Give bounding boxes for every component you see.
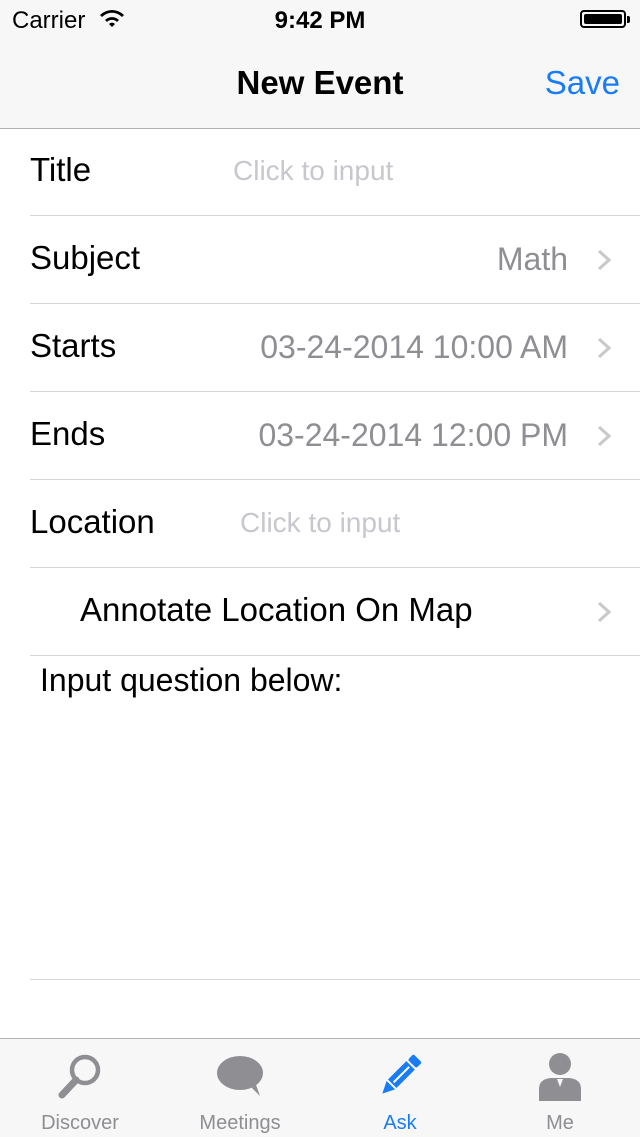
tab-meetings[interactable]: Meetings: [160, 1039, 320, 1137]
location-row[interactable]: Location Click to input: [30, 480, 640, 568]
location-input[interactable]: Click to input: [240, 507, 400, 539]
ends-label: Ends: [30, 415, 106, 452]
tab-me[interactable]: Me: [480, 1039, 640, 1137]
battery-icon: [580, 10, 626, 28]
title-input[interactable]: Click to input: [233, 155, 393, 187]
subject-label: Subject: [30, 239, 141, 276]
annotate-location-row[interactable]: Annotate Location On Map: [30, 568, 640, 656]
starts-row[interactable]: Starts 03-24-2014 10:00 AM: [30, 304, 640, 392]
title-label: Title: [30, 151, 92, 188]
question-textarea[interactable]: [30, 712, 640, 980]
status-time: 9:42 PM: [274, 7, 366, 34]
tab-discover[interactable]: Discover: [0, 1039, 160, 1137]
subject-value: Math: [496, 241, 568, 277]
chevron-right-icon: [597, 601, 612, 623]
location-label: Location: [30, 503, 155, 540]
tab-ask[interactable]: Ask: [320, 1039, 480, 1137]
pencil-icon: [382, 1054, 422, 1094]
save-button[interactable]: Save: [545, 64, 620, 102]
battery-tip: [627, 16, 630, 23]
starts-value: 03-24-2014 10:00 AM: [260, 329, 568, 365]
ends-row[interactable]: Ends 03-24-2014 12:00 PM: [30, 392, 640, 480]
subject-row[interactable]: Subject Math: [30, 216, 640, 304]
ends-value: 03-24-2014 12:00 PM: [258, 417, 568, 453]
annotate-location-label: Annotate Location On Map: [80, 591, 473, 628]
tab-label: Discover: [41, 1112, 119, 1134]
chevron-right-icon: [597, 337, 612, 359]
tab-label: Meetings: [199, 1112, 281, 1134]
title-row[interactable]: Title Click to input: [30, 128, 640, 216]
status-bar: Carrier 9:42 PM: [0, 0, 640, 40]
top-bar: Carrier 9:42 PM New Event Save: [0, 0, 640, 129]
person-icon: [539, 1053, 581, 1101]
question-label: Input question below:: [40, 662, 343, 698]
tab-label: Me: [546, 1112, 574, 1134]
tab-label: Ask: [383, 1112, 417, 1134]
starts-label: Starts: [30, 327, 117, 364]
chevron-right-icon: [597, 425, 612, 447]
tab-bar: Discover Meetings Ask Me: [0, 1038, 640, 1137]
chat-bubble-icon: [217, 1056, 263, 1096]
chevron-right-icon: [597, 249, 612, 271]
magnifier-icon: [58, 1054, 101, 1099]
